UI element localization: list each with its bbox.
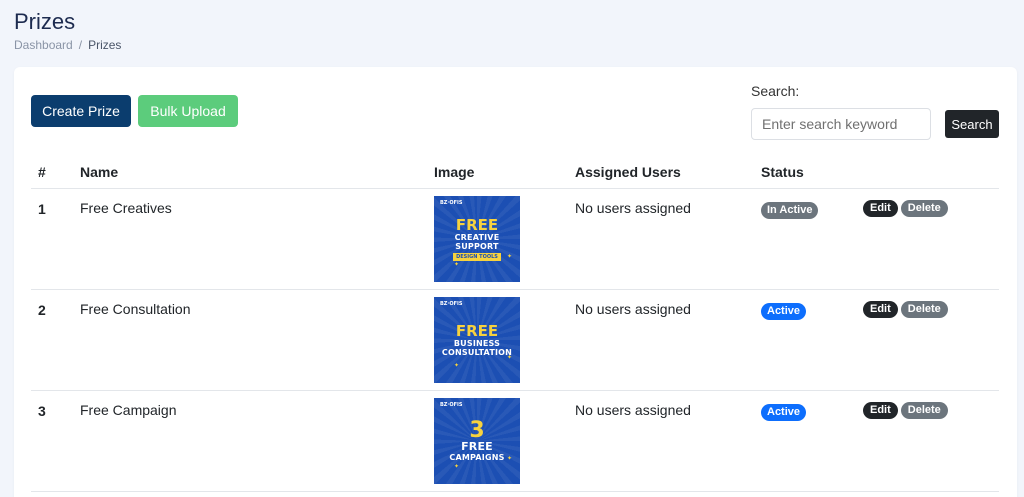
edit-button[interactable]: Edit <box>863 200 898 217</box>
row-actions: Edit Delete <box>863 402 948 419</box>
header-image: Image <box>434 164 475 180</box>
breadcrumb: Dashboard / Prizes <box>14 38 121 52</box>
header-assigned-users: Assigned Users <box>575 164 681 180</box>
prize-image-line: BUSINESS <box>453 338 501 348</box>
row-number: 1 <box>38 201 46 217</box>
delete-button[interactable]: Delete <box>900 301 948 318</box>
edit-button[interactable]: Edit <box>863 402 898 419</box>
prize-name: Free Creatives <box>80 200 172 216</box>
create-prize-button[interactable]: Create Prize <box>31 95 131 127</box>
delete-button[interactable]: Delete <box>900 200 948 217</box>
header-status: Status <box>761 164 804 180</box>
search-input[interactable] <box>751 108 931 140</box>
star-icon: ✦ <box>454 261 460 268</box>
star-icon: ✦ <box>506 455 512 462</box>
header-number: # <box>38 164 46 180</box>
search-button[interactable]: Search <box>945 110 999 138</box>
table-row: 1 Free Creatives BZ·OFIS FREE CREATIVE S… <box>31 189 999 290</box>
header-name: Name <box>80 164 119 180</box>
breadcrumb-separator: / <box>78 38 83 52</box>
star-icon: ✦ <box>454 362 460 369</box>
status-badge: Active <box>761 402 807 421</box>
edit-button[interactable]: Edit <box>863 301 898 318</box>
breadcrumb-dashboard-link[interactable]: Dashboard <box>14 38 73 52</box>
prize-image-headline: FREE <box>455 321 499 340</box>
prize-image-line: CAMPAIGNS <box>449 452 505 462</box>
row-number: 2 <box>38 302 46 318</box>
status-badge-label: In Active <box>761 202 819 219</box>
prize-image-brand: BZ·OFIS <box>440 402 463 408</box>
star-icon: ✦ <box>454 463 460 470</box>
assigned-users: No users assigned <box>575 402 691 418</box>
delete-button[interactable]: Delete <box>900 402 948 419</box>
prize-name: Free Campaign <box>80 402 177 418</box>
star-icon: ✦ <box>506 253 512 260</box>
status-badge-label: Active <box>761 303 807 320</box>
table-row: 3 Free Campaign BZ·OFIS 3 FREE CAMPAIGNS… <box>31 391 999 492</box>
prizes-table: # Name Image Assigned Users Status 1 Fre… <box>31 156 999 492</box>
prize-image-line: CONSULTATION <box>441 347 513 357</box>
prize-image-brand: BZ·OFIS <box>440 200 463 206</box>
star-icon: ✦ <box>506 354 512 361</box>
search-label: Search: <box>751 83 800 99</box>
breadcrumb-current: Prizes <box>88 38 122 52</box>
prize-name: Free Consultation <box>80 301 191 317</box>
assigned-users: No users assigned <box>575 301 691 317</box>
prize-image-line: FREE <box>461 439 493 453</box>
assigned-users: No users assigned <box>575 200 691 216</box>
prize-image-line: CREATIVE <box>454 232 500 242</box>
prizes-card: Create Prize Bulk Upload Search: Search … <box>14 67 1017 497</box>
table-header: # Name Image Assigned Users Status <box>31 156 999 189</box>
row-actions: Edit Delete <box>863 200 948 217</box>
prize-image-line: SUPPORT <box>455 241 499 251</box>
prize-image: BZ·OFIS FREE BUSINESS CONSULTATION ✦ ✦ <box>434 297 520 383</box>
prize-image-brand: BZ·OFIS <box>440 301 463 307</box>
status-badge: In Active <box>761 200 819 219</box>
row-actions: Edit Delete <box>863 301 948 318</box>
prize-image: BZ·OFIS FREE CREATIVE SUPPORT DESIGN TOO… <box>434 196 520 282</box>
table-row: 2 Free Consultation BZ·OFIS FREE BUSINES… <box>31 290 999 391</box>
status-badge: Active <box>761 301 807 320</box>
page-title: Prizes <box>14 9 76 34</box>
prize-image-tag: DESIGN TOOLS <box>453 252 501 261</box>
prize-image-headline: FREE <box>455 215 499 234</box>
bulk-upload-button[interactable]: Bulk Upload <box>138 95 238 127</box>
row-number: 3 <box>38 403 46 419</box>
prize-image: BZ·OFIS 3 FREE CAMPAIGNS ✦ ✦ <box>434 398 520 484</box>
prize-image-headline: 3 <box>469 417 485 443</box>
status-badge-label: Active <box>761 404 807 421</box>
